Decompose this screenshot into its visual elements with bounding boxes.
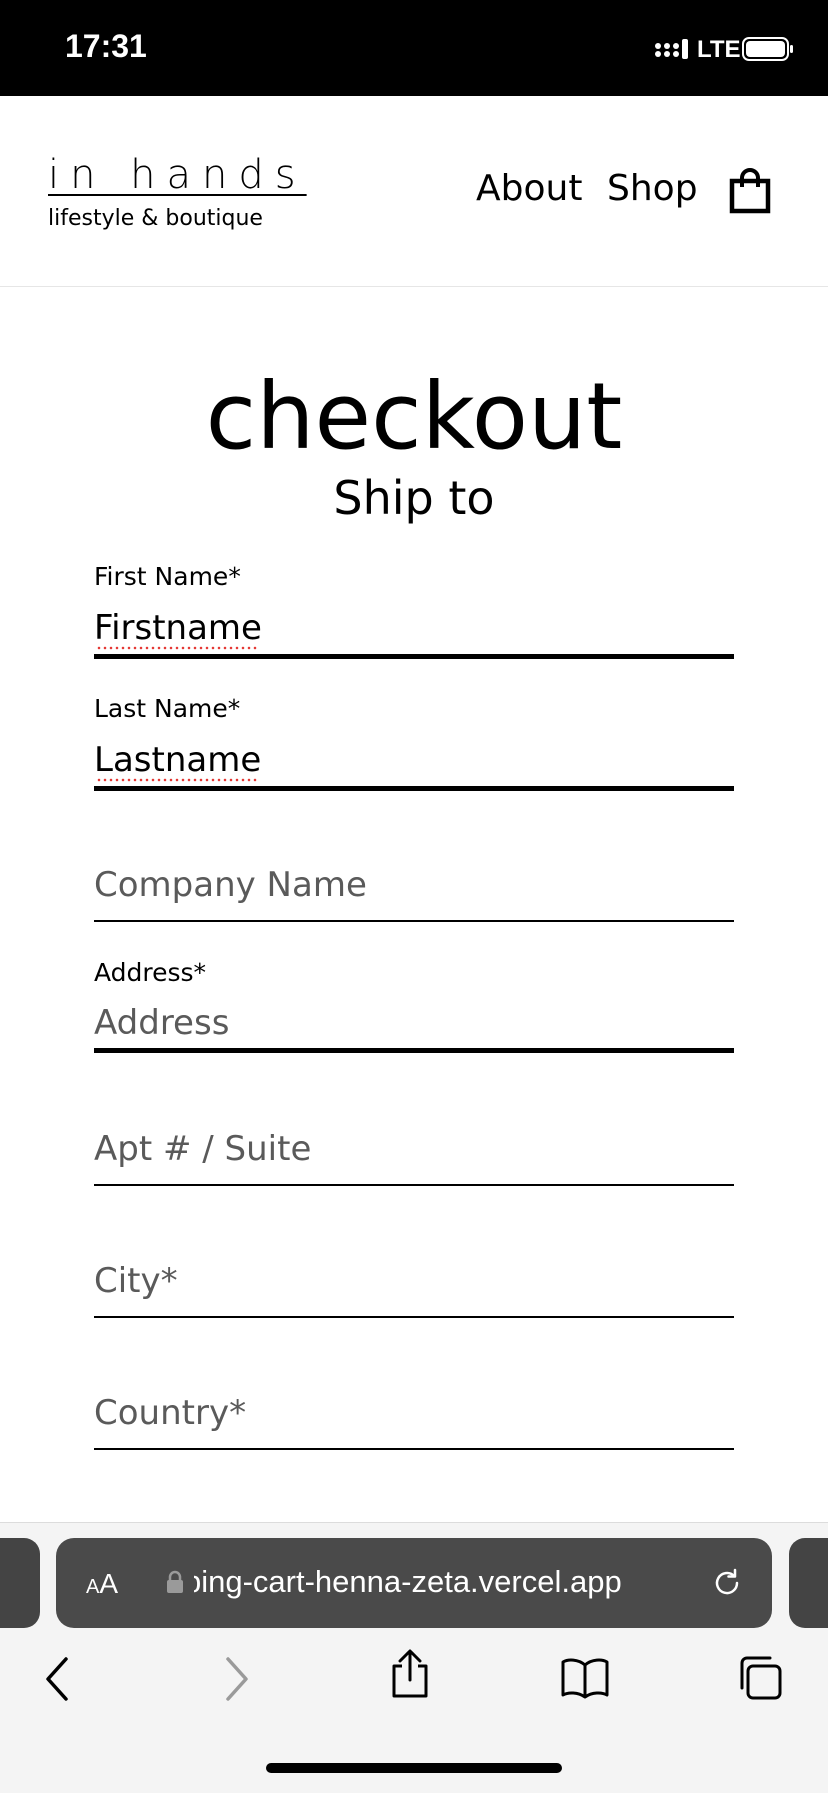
- back-icon[interactable]: [42, 1655, 72, 1703]
- network-type: LTE: [697, 36, 741, 63]
- company-name-input[interactable]: [94, 862, 734, 908]
- site-header: in hands lifestyle & boutique About Shop: [0, 96, 828, 287]
- apt-suite-input[interactable]: [94, 1126, 734, 1172]
- home-indicator: [266, 1763, 562, 1773]
- tabs-icon[interactable]: [736, 1654, 784, 1702]
- city-underline: [94, 1316, 734, 1318]
- city-input[interactable]: [94, 1258, 734, 1304]
- country-underline: [94, 1448, 734, 1450]
- first-name-input[interactable]: Firstname: [94, 608, 262, 648]
- city-field-group: [94, 1256, 734, 1320]
- spellcheck-underline: [96, 646, 258, 650]
- last-name-field-group: Last Name* Lastname: [94, 694, 734, 794]
- bookmarks-icon[interactable]: [560, 1657, 610, 1699]
- reload-icon[interactable]: [710, 1566, 744, 1600]
- apt-field-group: [94, 1124, 734, 1188]
- first-name-underline: [94, 654, 734, 659]
- country-field-group: [94, 1388, 734, 1452]
- next-tab-preview[interactable]: [789, 1538, 828, 1628]
- status-time: 17:31: [65, 28, 147, 64]
- address-underline: [94, 1048, 734, 1053]
- apt-underline: [94, 1184, 734, 1186]
- previous-tab-preview[interactable]: [0, 1538, 40, 1628]
- company-underline: [94, 920, 734, 922]
- first-name-label: First Name*: [94, 562, 241, 591]
- reader-settings-button[interactable]: AA: [86, 1568, 118, 1600]
- company-field-group: [94, 860, 734, 924]
- ship-to-heading: Ship to: [333, 471, 495, 525]
- status-bar: 17:31 LTE: [0, 0, 828, 96]
- nav-shop-link[interactable]: Shop: [607, 168, 698, 209]
- logo-title[interactable]: in hands: [48, 152, 307, 198]
- last-name-label: Last Name*: [94, 694, 241, 723]
- shopping-bag-icon[interactable]: [729, 168, 771, 214]
- address-label: Address*: [94, 958, 207, 987]
- last-name-input[interactable]: Lastname: [94, 740, 261, 780]
- url-value: ping-cart-henna-zeta.vercel.app: [194, 1564, 622, 1599]
- country-input[interactable]: [94, 1390, 734, 1436]
- address-bar[interactable]: AA ping-cart-henna-zeta.vercel.app: [56, 1538, 772, 1628]
- cellular-signal-icon: [655, 39, 688, 59]
- battery-icon: [742, 37, 793, 61]
- lock-icon: [167, 1570, 183, 1593]
- url-text[interactable]: ping-cart-henna-zeta.vercel.app: [194, 1564, 674, 1600]
- forward-icon[interactable]: [222, 1655, 252, 1703]
- first-name-field-group: First Name* Firstname: [94, 562, 734, 662]
- share-icon[interactable]: [388, 1648, 432, 1700]
- logo-subtitle: lifestyle & boutique: [48, 206, 263, 231]
- address-field-group: Address*: [94, 958, 734, 1058]
- last-name-underline: [94, 786, 734, 791]
- address-input[interactable]: [94, 1000, 734, 1046]
- nav-about-link[interactable]: About: [476, 168, 582, 209]
- page-title: checkout: [205, 363, 623, 470]
- spellcheck-underline: [96, 778, 258, 782]
